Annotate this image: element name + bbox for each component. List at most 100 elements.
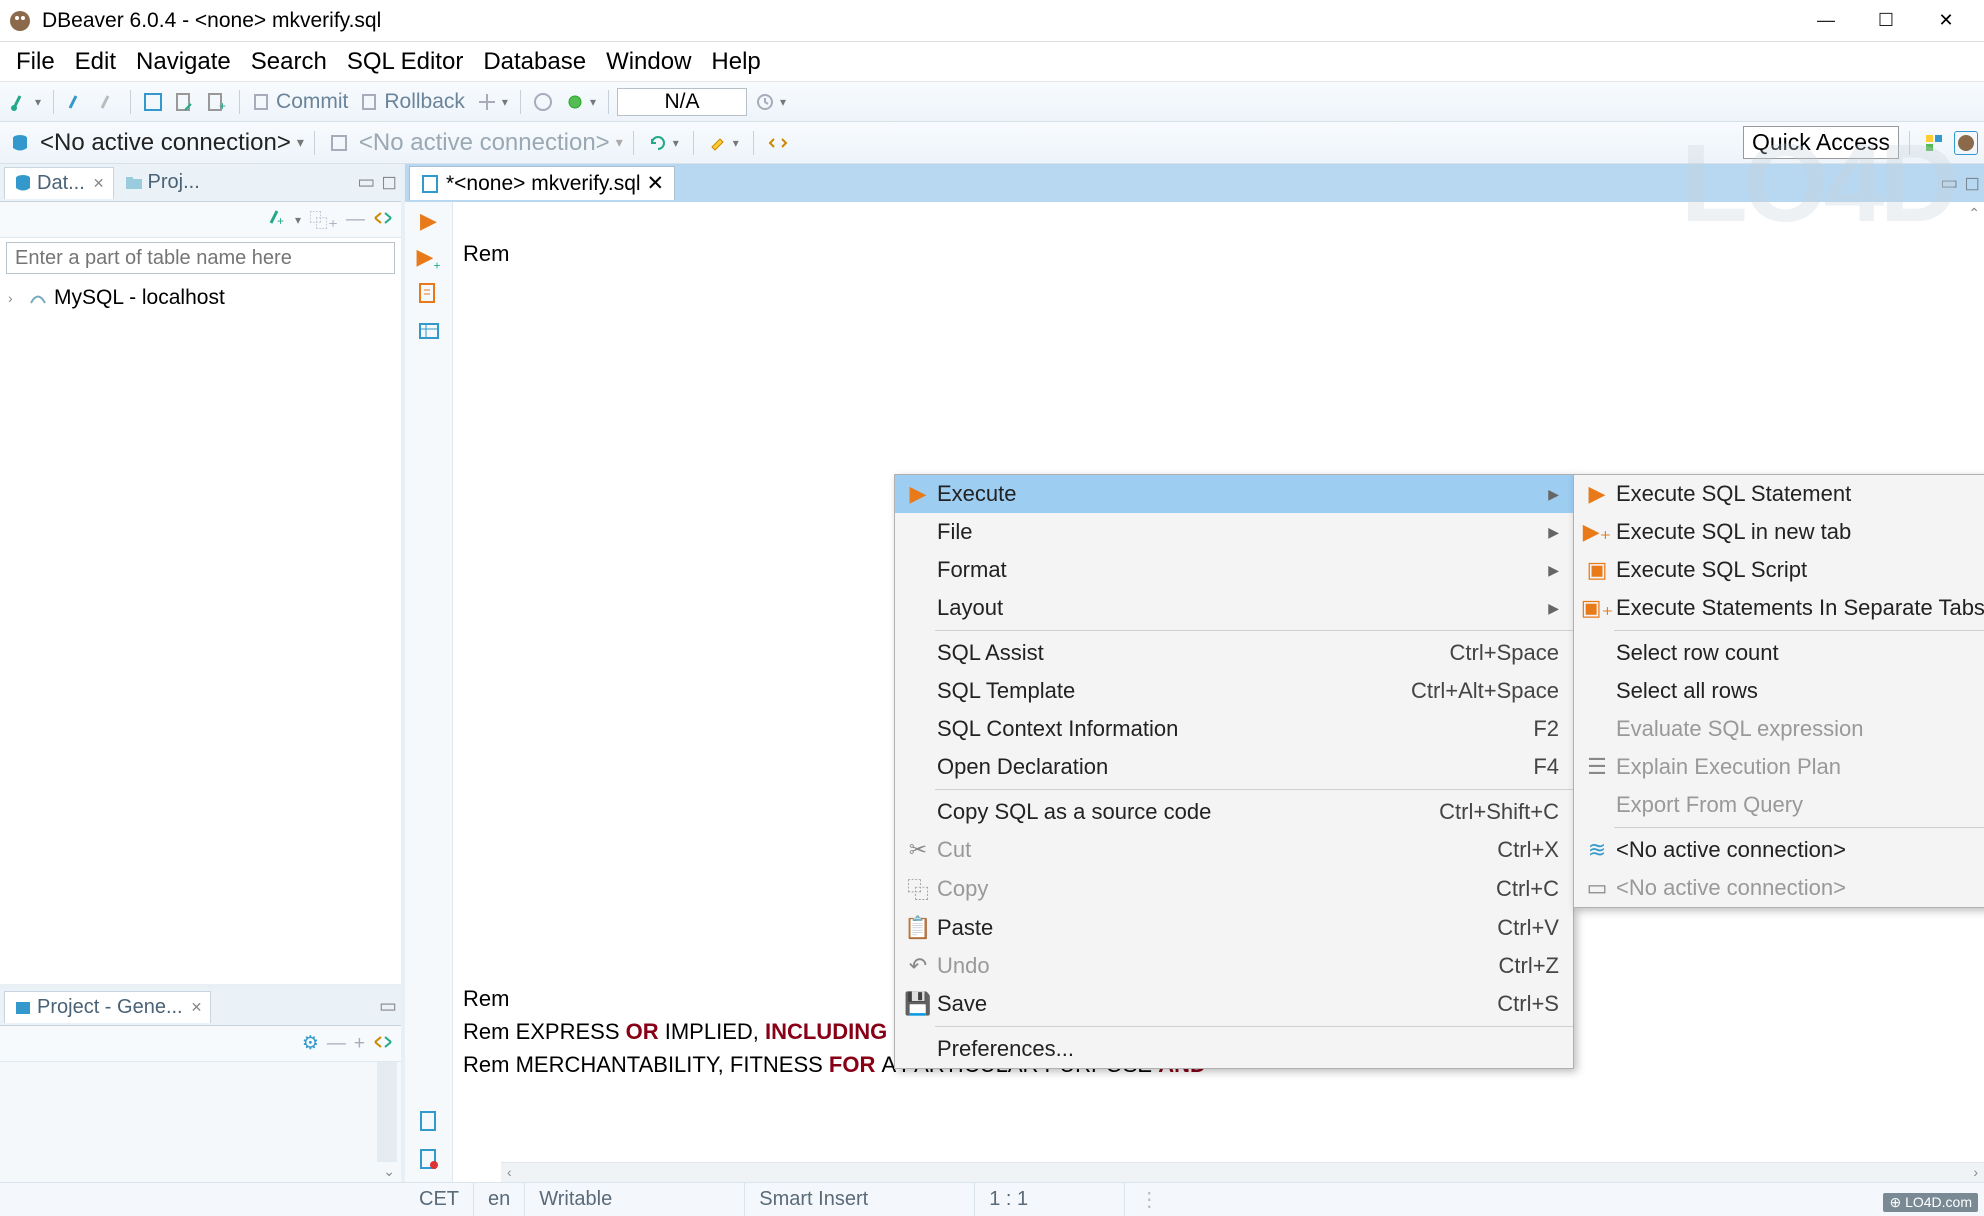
execute-statement-icon[interactable]: ▶: [420, 208, 437, 234]
new-connection-button[interactable]: [6, 90, 45, 114]
menu-navigate[interactable]: Navigate: [126, 44, 241, 80]
collapse-icon[interactable]: —: [327, 1033, 346, 1055]
ctx-item-sql-assist[interactable]: SQL AssistCtrl+Space: [895, 634, 1573, 672]
execute-script-icon[interactable]: [418, 282, 440, 310]
load-script-icon[interactable]: [418, 1110, 440, 1138]
open-perspective-button[interactable]: [1920, 131, 1948, 155]
projects-tab[interactable]: Proj...: [116, 167, 208, 198]
explain-plan-icon[interactable]: [418, 320, 440, 348]
editor-tab-mkverify[interactable]: *<none> mkverify.sql ✕: [409, 166, 675, 200]
table-filter-input[interactable]: [6, 242, 395, 274]
datasource-selector[interactable]: <No active connection>: [40, 129, 291, 157]
transaction-log-button[interactable]: [529, 90, 557, 114]
ctx-item-open-declaration[interactable]: Open DeclarationF4: [895, 748, 1573, 786]
connect-button[interactable]: [62, 90, 90, 114]
tab-label: Proj...: [148, 171, 200, 194]
sql-editor-button[interactable]: [139, 90, 167, 114]
menu-window[interactable]: Window: [596, 44, 701, 80]
add-icon[interactable]: +: [354, 1033, 365, 1055]
exec-item-export-from-query: Export From Query: [1574, 786, 1984, 824]
execute-new-tab-icon[interactable]: ▶+: [417, 244, 441, 272]
settings-icon[interactable]: ⚙: [302, 1032, 319, 1055]
mysql-icon: [28, 288, 48, 308]
quick-access-input[interactable]: Quick Access: [1743, 126, 1899, 159]
highlight-button[interactable]: [704, 131, 743, 155]
menu-edit[interactable]: Edit: [65, 44, 126, 80]
exec-item-execute-sql-in-new-tab[interactable]: ▶₊Execute SQL in new tabC: [1574, 513, 1984, 551]
ctx-item-file[interactable]: File▶: [895, 513, 1573, 551]
transaction-mode-button[interactable]: [473, 90, 512, 114]
link-editor-icon[interactable]: [373, 209, 393, 231]
project-general-tab[interactable]: Project - Gene... ✕: [4, 991, 211, 1023]
maximize-button[interactable]: ☐: [1856, 1, 1916, 41]
link-editor-icon[interactable]: [373, 1033, 393, 1055]
commit-button[interactable]: Commit: [248, 88, 352, 116]
menu-database[interactable]: Database: [473, 44, 596, 80]
exec-item-evaluate-sql-expression: Evaluate SQL expressionCtrl+: [1574, 710, 1984, 748]
chevron-down-icon[interactable]: ▾: [616, 134, 623, 151]
datasource-icon[interactable]: [6, 131, 34, 155]
menu-help[interactable]: Help: [701, 44, 770, 80]
ctx-item-sql-context-information[interactable]: SQL Context InformationF2: [895, 710, 1573, 748]
dbeaver-perspective-button[interactable]: [1954, 131, 1978, 155]
menu-item-shortcut: F2: [1533, 716, 1559, 742]
minimize-view-icon[interactable]: ▭: [379, 995, 397, 1018]
minimize-button[interactable]: —: [1796, 1, 1856, 41]
maximize-view-icon[interactable]: ◻: [381, 171, 397, 194]
minimize-view-icon[interactable]: ▭: [357, 171, 375, 194]
ctx-item-layout[interactable]: Layout▶: [895, 589, 1573, 627]
ctx-item-paste[interactable]: 📋PasteCtrl+V: [895, 909, 1573, 947]
history-button[interactable]: [751, 90, 790, 114]
collapse-icon[interactable]: —: [346, 209, 365, 231]
refresh-button[interactable]: [644, 131, 683, 155]
editor-gutter: ▶ ▶+: [405, 202, 453, 1182]
exec-item-execute-sql-script[interactable]: ▣Execute SQL ScriptA: [1574, 551, 1984, 589]
ctx-item-format[interactable]: Format▶: [895, 551, 1573, 589]
close-icon[interactable]: ✕: [191, 999, 203, 1016]
exec-item-execute-sql-statement[interactable]: ▶Execute SQL StatementCtrl+: [1574, 475, 1984, 513]
menu-sql-editor[interactable]: SQL Editor: [337, 44, 474, 80]
menu-item-icon: ▶₊: [1578, 519, 1616, 545]
save-script-icon[interactable]: [418, 1148, 440, 1176]
exec-item-select-all-rows[interactable]: Select all rowsCtrl+Alt+Sh: [1574, 672, 1984, 710]
close-icon[interactable]: ✕: [647, 171, 665, 196]
expand-icon[interactable]: ›: [8, 290, 22, 306]
menu-item-label: <No active connection>: [1616, 837, 1984, 863]
minimize-view-icon[interactable]: ▭: [1940, 172, 1958, 195]
new-sql-button[interactable]: +: [203, 90, 231, 114]
scroll-down-icon[interactable]: ⌄: [383, 1163, 395, 1180]
status-timezone: CET: [405, 1183, 474, 1216]
new-connection-icon[interactable]: +: [267, 207, 287, 233]
menu-item-label: Explain Execution Plan: [1616, 754, 1984, 780]
transaction-isolation-input[interactable]: [617, 88, 747, 116]
menu-search[interactable]: Search: [241, 44, 337, 80]
new-folder-icon[interactable]: ⿻₊: [309, 206, 338, 233]
menu-file[interactable]: File: [6, 44, 65, 80]
database-tree: › MySQL - localhost: [0, 278, 401, 318]
horizontal-scrollbar[interactable]: ‹›: [501, 1162, 1984, 1182]
schema-selector[interactable]: <No active connection>: [359, 129, 610, 157]
maximize-view-icon[interactable]: ◻: [1964, 172, 1980, 195]
scrollbar[interactable]: [377, 1062, 397, 1162]
tree-item-mysql[interactable]: › MySQL - localhost: [8, 284, 393, 312]
exec-item-execute-statements-in-separate-tabs[interactable]: ▣₊Execute Statements In Separate TabsCtr…: [1574, 589, 1984, 627]
close-button[interactable]: ✕: [1916, 1, 1976, 41]
chevron-down-icon[interactable]: ▾: [295, 213, 301, 227]
ctx-item-execute[interactable]: ▶Execute▶: [895, 475, 1573, 513]
ctx-item-save[interactable]: 💾SaveCtrl+S: [895, 985, 1573, 1023]
scroll-up-icon[interactable]: ⌃: [1968, 204, 1980, 224]
chevron-down-icon[interactable]: ▾: [297, 134, 304, 151]
link-button[interactable]: [764, 131, 792, 155]
disconnect-button[interactable]: [94, 90, 122, 114]
rollback-button[interactable]: Rollback: [356, 88, 469, 116]
ctx-item-sql-template[interactable]: SQL TemplateCtrl+Alt+Space: [895, 672, 1573, 710]
database-navigator-tab[interactable]: Dat... ✕: [4, 167, 114, 199]
auto-commit-button[interactable]: [561, 90, 600, 114]
recent-sql-button[interactable]: [171, 90, 199, 114]
close-icon[interactable]: ✕: [93, 175, 105, 192]
exec-item-select-row-count[interactable]: Select row countCtrl+Alt+Sh: [1574, 634, 1984, 672]
ctx-item-copy-sql-as-a-source-code[interactable]: Copy SQL as a source codeCtrl+Shift+C: [895, 793, 1573, 831]
menu-item-label: Execute SQL Statement: [1616, 481, 1984, 507]
ctx-item-preferences[interactable]: Preferences...: [895, 1030, 1573, 1068]
exec-item-no-active-connection[interactable]: ≋<No active connection>C: [1574, 831, 1984, 869]
